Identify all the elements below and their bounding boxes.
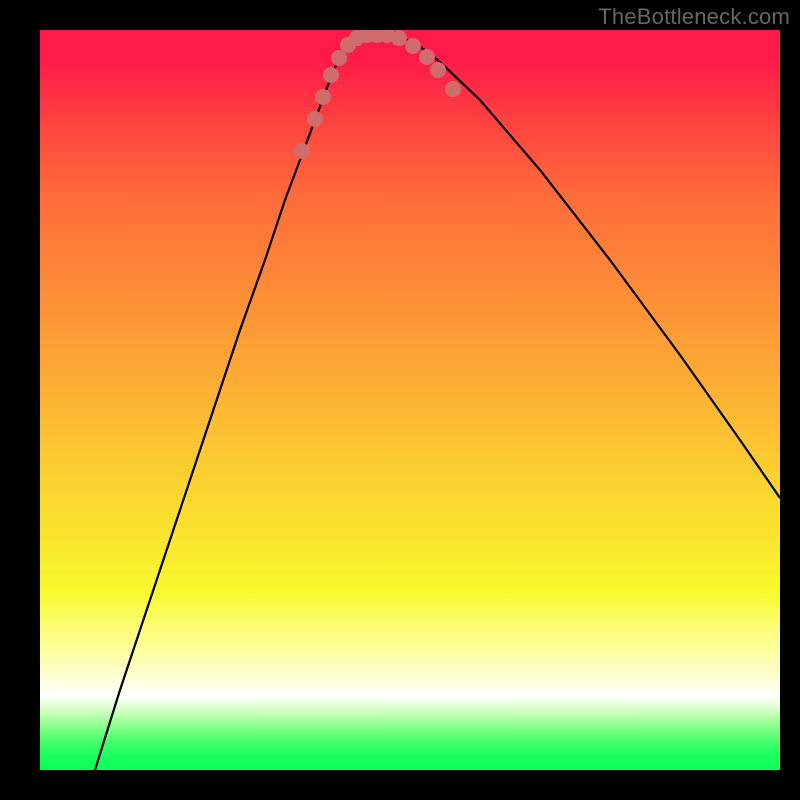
highlight-dots xyxy=(294,30,461,159)
highlight-dot xyxy=(391,30,407,46)
watermark-label: TheBottleneck.com xyxy=(598,4,790,30)
highlight-dot xyxy=(307,111,323,127)
highlight-dot xyxy=(419,49,435,65)
plot-area xyxy=(40,30,780,770)
chart-frame: TheBottleneck.com xyxy=(0,0,800,800)
highlight-dot xyxy=(430,62,446,78)
highlight-dot xyxy=(323,67,339,83)
chart-svg xyxy=(40,30,780,770)
highlight-dot xyxy=(445,81,461,97)
highlight-dot xyxy=(294,143,310,159)
bottleneck-curve xyxy=(95,34,780,770)
highlight-dot xyxy=(405,38,421,54)
highlight-dot xyxy=(331,50,347,66)
highlight-dot xyxy=(315,89,331,105)
